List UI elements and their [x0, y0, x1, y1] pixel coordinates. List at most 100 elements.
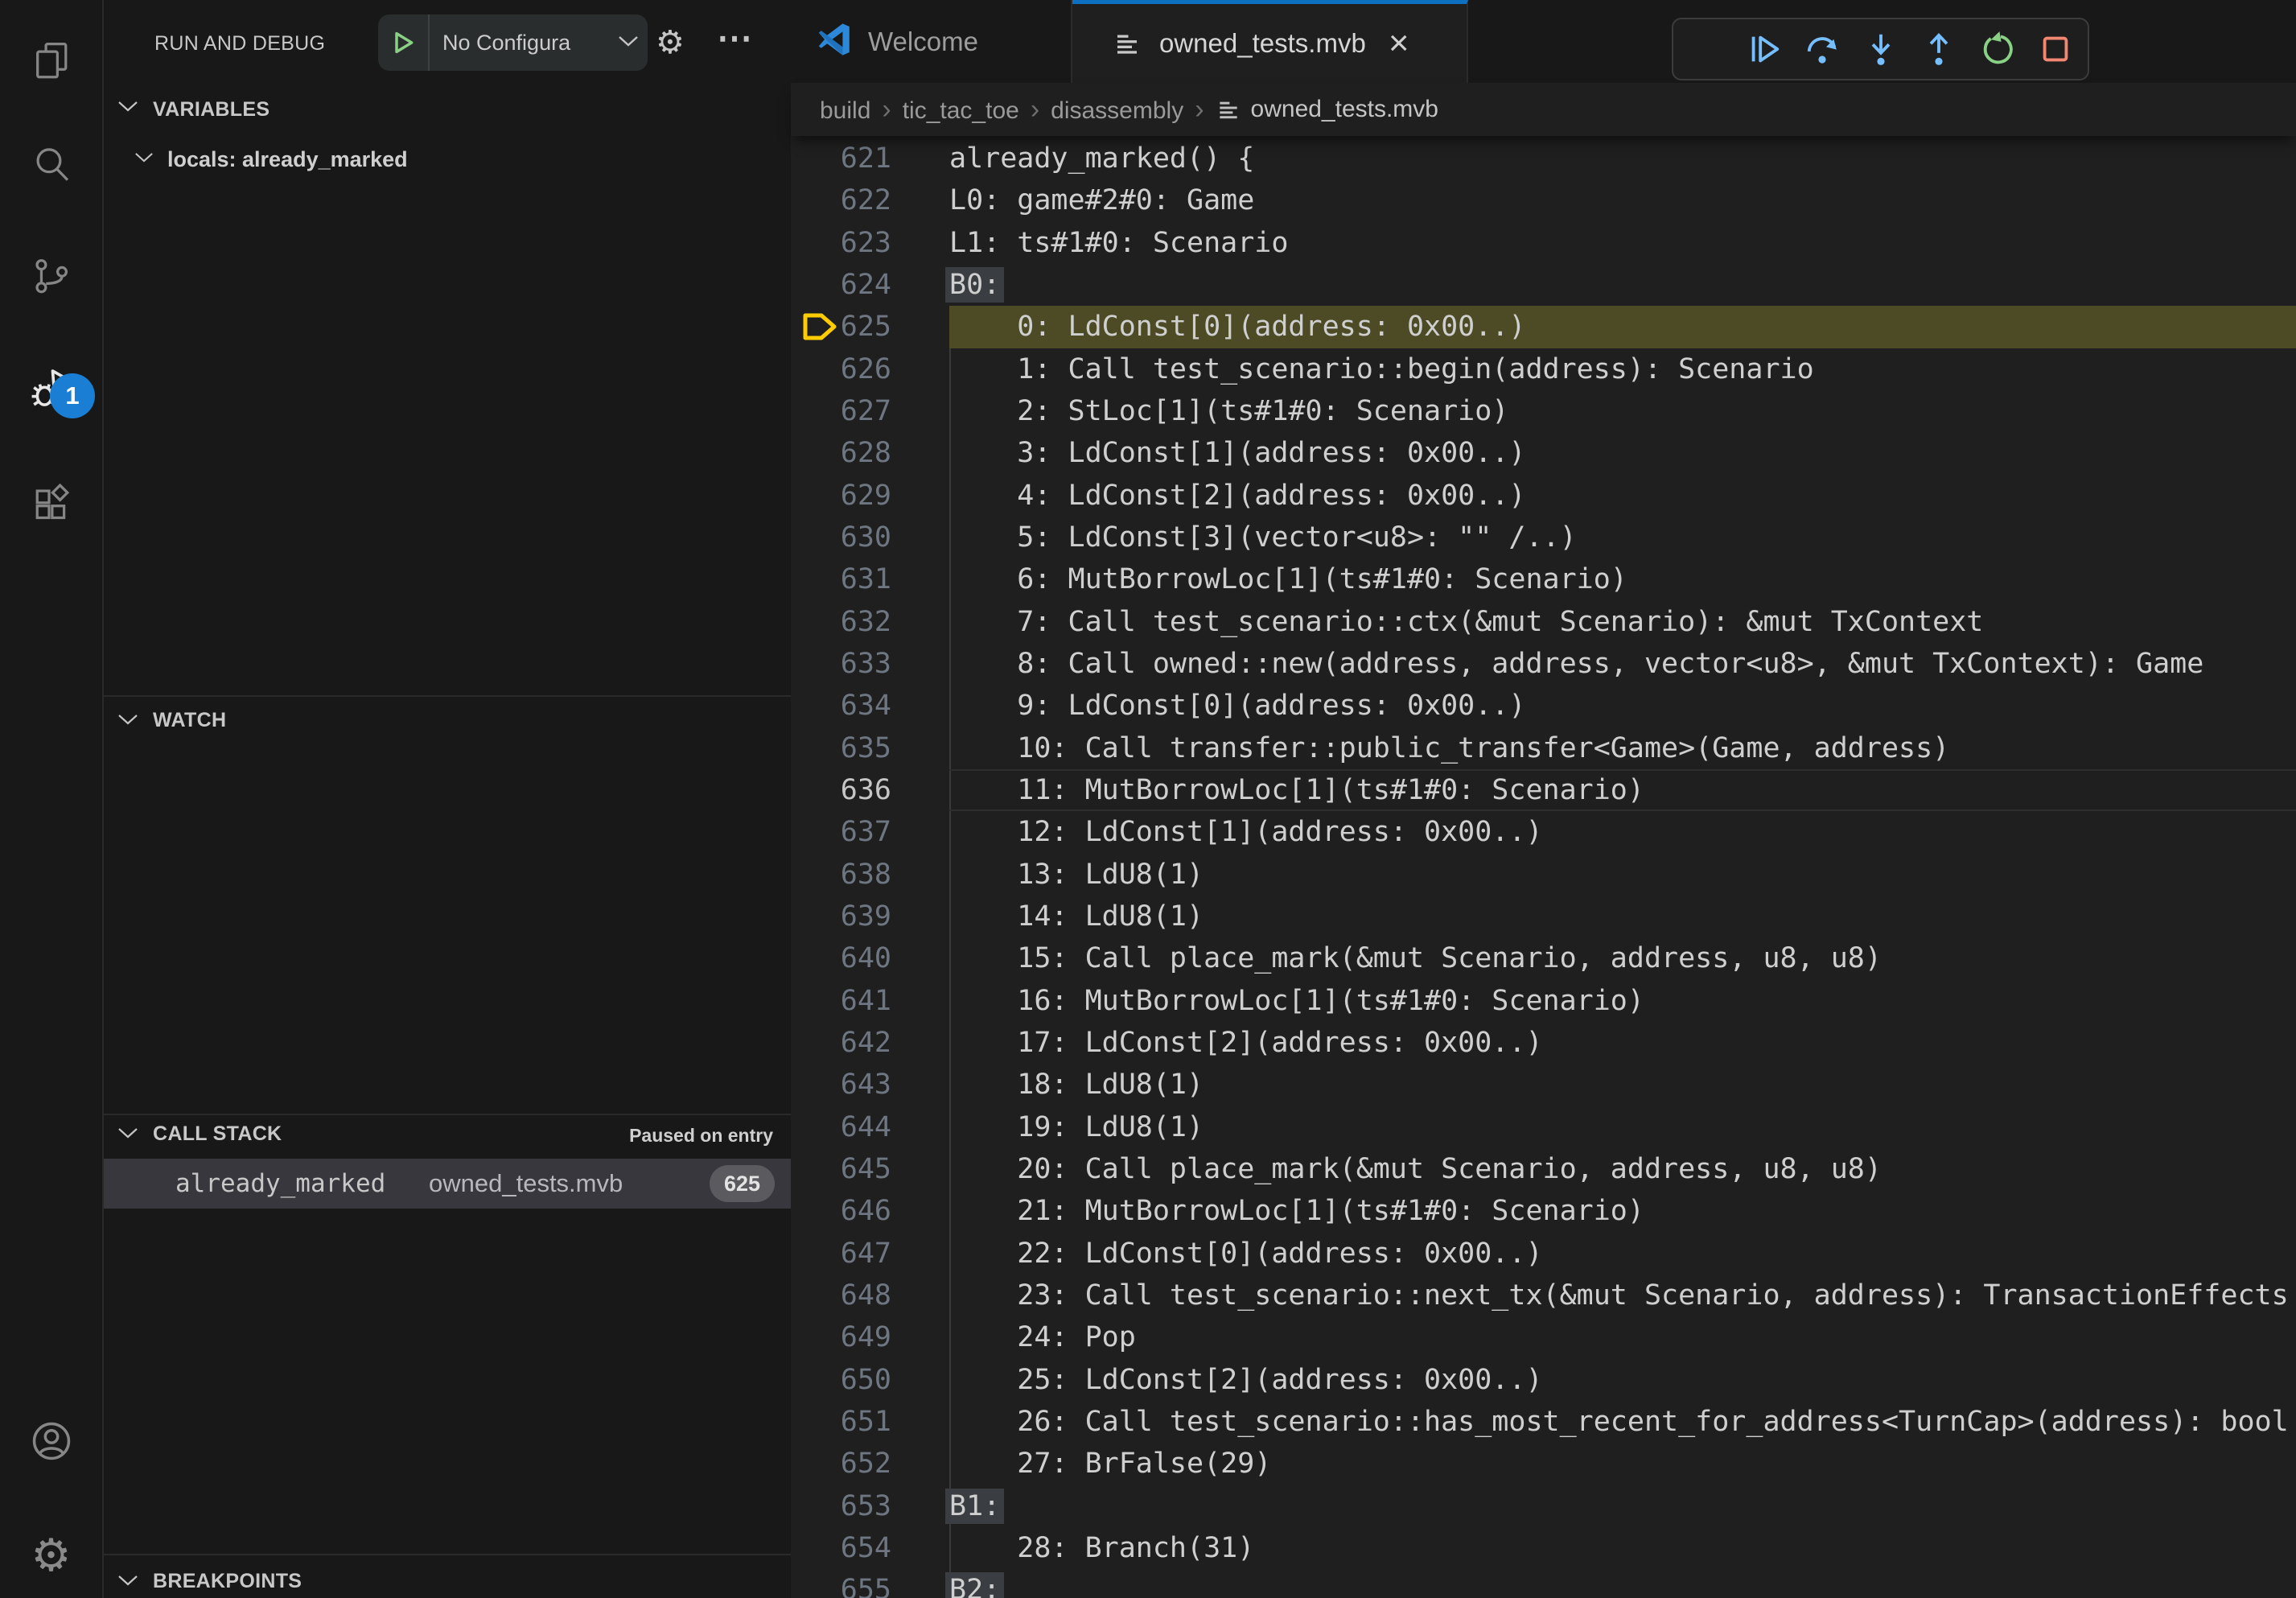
code-line[interactable]: 635 10: Call transfer::public_transfer<G…: [791, 727, 2296, 769]
gutter[interactable]: 646: [791, 1190, 949, 1232]
gutter[interactable]: 644: [791, 1106, 949, 1148]
watch-section-header[interactable]: WATCH: [153, 709, 226, 732]
gutter[interactable]: 626: [791, 348, 949, 390]
code-line[interactable]: 652 27: BrFalse(29): [791, 1443, 2296, 1485]
code-line[interactable]: 654 28: Branch(31): [791, 1527, 2296, 1569]
gutter[interactable]: 630: [791, 517, 949, 558]
gutter[interactable]: 645: [791, 1148, 949, 1190]
code-line[interactable]: 630 5: LdConst[3](vector<u8>: "" /..): [791, 517, 2296, 558]
gutter[interactable]: 640: [791, 937, 949, 979]
code-line[interactable]: 629 4: LdConst[2](address: 0x00..): [791, 475, 2296, 517]
breadcrumb-item[interactable]: tic_tac_toe: [903, 97, 1019, 124]
gutter[interactable]: 653: [791, 1485, 949, 1527]
gutter[interactable]: 635: [791, 727, 949, 769]
code-line[interactable]: 622L0: game#2#0: Game: [791, 179, 2296, 221]
explorer-icon[interactable]: [0, 16, 102, 105]
gutter[interactable]: 627: [791, 390, 949, 432]
code-line[interactable]: 640 15: Call place_mark(&mut Scenario, a…: [791, 937, 2296, 979]
gutter[interactable]: 651: [791, 1401, 949, 1443]
gutter[interactable]: 654: [791, 1527, 949, 1569]
code-line[interactable]: 623L1: ts#1#0: Scenario: [791, 222, 2296, 264]
breakpoints-section-header[interactable]: BREAKPOINTS: [153, 1570, 302, 1593]
gutter[interactable]: 624: [791, 264, 949, 306]
gutter[interactable]: 634: [791, 685, 949, 727]
gutter[interactable]: 632: [791, 601, 949, 643]
gutter[interactable]: 650: [791, 1359, 949, 1401]
code-line[interactable]: 628 3: LdConst[1](address: 0x00..): [791, 432, 2296, 474]
source-control-icon[interactable]: [0, 232, 102, 320]
code-line[interactable]: 645 20: Call place_mark(&mut Scenario, a…: [791, 1148, 2296, 1190]
gutter[interactable]: 649: [791, 1316, 949, 1358]
code-line[interactable]: 631 6: MutBorrowLoc[1](ts#1#0: Scenario): [791, 558, 2296, 600]
gutter[interactable]: 636: [791, 769, 949, 811]
code-line[interactable]: 648 23: Call test_scenario::next_tx(&mut…: [791, 1275, 2296, 1316]
settings-gear-icon[interactable]: ⚙: [0, 1511, 102, 1598]
gutter[interactable]: 641: [791, 980, 949, 1022]
code-line[interactable]: 642 17: LdConst[2](address: 0x00..): [791, 1022, 2296, 1064]
code-line[interactable]: 638 13: LdU8(1): [791, 854, 2296, 896]
variables-chevron-icon[interactable]: [117, 100, 138, 117]
code-line[interactable]: 621already_marked() {: [791, 138, 2296, 179]
step-out-button[interactable]: [1913, 23, 1965, 75]
gutter[interactable]: 639: [791, 896, 949, 937]
close-tab-icon[interactable]: ×: [1389, 26, 1409, 61]
code-line[interactable]: 632 7: Call test_scenario::ctx(&mut Scen…: [791, 601, 2296, 643]
gutter[interactable]: 625: [791, 306, 949, 348]
locals-chevron-icon[interactable]: [134, 151, 154, 167]
tab-owned-tests[interactable]: owned_tests.mvb ×: [1072, 0, 1468, 83]
gutter[interactable]: 633: [791, 643, 949, 685]
code-line[interactable]: 634 9: LdConst[0](address: 0x00..): [791, 685, 2296, 727]
gutter[interactable]: 647: [791, 1233, 949, 1275]
code-line[interactable]: 646 21: MutBorrowLoc[1](ts#1#0: Scenario…: [791, 1190, 2296, 1232]
gutter[interactable]: 631: [791, 558, 949, 600]
gutter[interactable]: 622: [791, 179, 949, 221]
code-line[interactable]: 643 18: LdU8(1): [791, 1064, 2296, 1106]
code-line[interactable]: 650 25: LdConst[2](address: 0x00..): [791, 1359, 2296, 1401]
search-icon[interactable]: [0, 121, 102, 209]
breadcrumb-item[interactable]: build: [820, 97, 870, 124]
gutter[interactable]: 628: [791, 432, 949, 474]
step-over-button[interactable]: [1796, 23, 1848, 75]
toolbar-drag-gripper[interactable]: [1680, 23, 1731, 75]
code-line[interactable]: 627 2: StLoc[1](ts#1#0: Scenario): [791, 390, 2296, 432]
code-line[interactable]: 649 24: Pop: [791, 1316, 2296, 1358]
gutter[interactable]: 621: [791, 138, 949, 179]
code-line[interactable]: 653B1:: [791, 1485, 2296, 1527]
gutter[interactable]: 637: [791, 811, 949, 853]
code-line[interactable]: 639 14: LdU8(1): [791, 896, 2296, 937]
code-line[interactable]: 644 19: LdU8(1): [791, 1106, 2296, 1148]
debug-settings-gear-icon[interactable]: ⚙: [656, 24, 685, 61]
gutter[interactable]: 629: [791, 475, 949, 517]
code-line[interactable]: 625 0: LdConst[0](address: 0x00..): [791, 306, 2296, 348]
breadcrumb-file[interactable]: owned_tests.mvb: [1251, 96, 1438, 123]
extensions-icon[interactable]: [0, 460, 102, 549]
account-icon[interactable]: [0, 1397, 102, 1485]
locals-scope-row[interactable]: locals: already_marked: [167, 147, 408, 172]
gutter[interactable]: 652: [791, 1443, 949, 1485]
gutter[interactable]: 655: [791, 1569, 949, 1598]
restart-button[interactable]: [1971, 23, 2022, 75]
code-line[interactable]: 647 22: LdConst[0](address: 0x00..): [791, 1233, 2296, 1275]
code-line[interactable]: 636 11: MutBorrowLoc[1](ts#1#0: Scenario…: [791, 769, 2296, 811]
variables-section-header[interactable]: VARIABLES: [153, 98, 270, 121]
call-stack-section-header[interactable]: CALL STACK: [153, 1122, 282, 1146]
code-line[interactable]: 641 16: MutBorrowLoc[1](ts#1#0: Scenario…: [791, 980, 2296, 1022]
gutter[interactable]: 638: [791, 854, 949, 896]
tab-welcome[interactable]: Welcome: [791, 0, 1072, 83]
code-line[interactable]: 626 1: Call test_scenario::begin(address…: [791, 348, 2296, 390]
more-actions-icon[interactable]: ⋯: [717, 18, 752, 59]
code-line[interactable]: 624B0:: [791, 264, 2296, 306]
gutter[interactable]: 648: [791, 1275, 949, 1316]
call-stack-chevron-icon[interactable]: [117, 1126, 138, 1143]
launch-configuration-dropdown[interactable]: No Configura: [378, 14, 648, 71]
gutter[interactable]: 643: [791, 1064, 949, 1106]
gutter[interactable]: 642: [791, 1022, 949, 1064]
watch-chevron-icon[interactable]: [117, 713, 138, 730]
code-line[interactable]: 655B2:: [791, 1569, 2296, 1598]
step-into-button[interactable]: [1855, 23, 1907, 75]
start-debug-icon[interactable]: [378, 29, 428, 56]
continue-button[interactable]: [1738, 23, 1790, 75]
call-stack-frame-row[interactable]: already_marked owned_tests.mvb 625: [104, 1159, 791, 1209]
code-line[interactable]: 637 12: LdConst[1](address: 0x00..): [791, 811, 2296, 853]
code-editor[interactable]: 621already_marked() {622L0: game#2#0: Ga…: [791, 136, 2296, 1598]
